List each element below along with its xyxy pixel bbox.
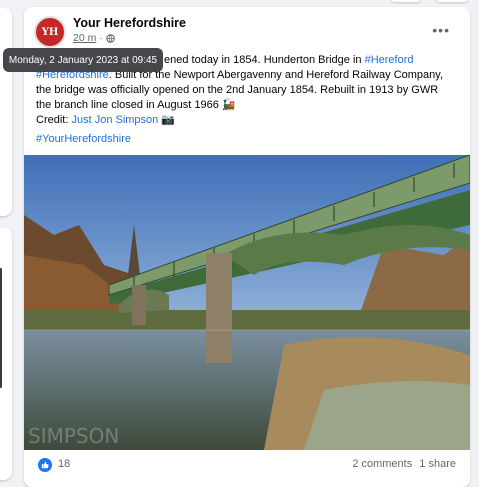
- scrollbar[interactable]: [0, 268, 2, 388]
- more-options-icon[interactable]: •••: [432, 22, 450, 38]
- separator: ·: [99, 32, 103, 44]
- timestamp-tooltip: Monday, 2 January 2023 at 09:45: [3, 48, 163, 72]
- bridge-photo: SIMPSON: [24, 155, 470, 450]
- comments-count[interactable]: 2 comments: [352, 458, 412, 470]
- post-photo[interactable]: SIMPSON: [24, 155, 470, 450]
- like-count[interactable]: 18: [58, 458, 70, 470]
- left-sidebar-card: [0, 8, 12, 216]
- page-name[interactable]: Your Herefordshire: [73, 16, 186, 30]
- timestamp[interactable]: 20 m: [73, 32, 96, 44]
- hashtag-hereford[interactable]: #Hereford: [365, 54, 414, 66]
- left-sidebar-card-2: [0, 228, 12, 480]
- avatar-text: YH: [41, 26, 59, 38]
- shares-count[interactable]: 1 share: [419, 458, 456, 470]
- camera-icon: 📷: [161, 114, 176, 126]
- top-button[interactable]: [436, 0, 468, 2]
- photo-watermark: SIMPSON: [28, 424, 119, 448]
- engagement-stats: 2 comments 1 share: [352, 458, 456, 470]
- credit-link[interactable]: Just Jon Simpson: [71, 114, 158, 126]
- post-footer: 18 2 comments 1 share: [24, 454, 470, 476]
- post-meta: 20 m ·: [73, 32, 115, 44]
- top-button[interactable]: [391, 0, 421, 2]
- credit-line: Credit: Just Jon Simpson 📷: [36, 113, 175, 126]
- globe-icon: [106, 33, 115, 43]
- credit-label: Credit:: [36, 114, 72, 126]
- like-icon[interactable]: [38, 458, 52, 472]
- post-card: YH Your Herefordshire 20 m · ••• ened to…: [24, 7, 470, 487]
- post-text-part1: ened today in 1854. Hunderton Bridge in: [164, 54, 365, 66]
- hashtag-yourherefordshire[interactable]: #YourHerefordshire: [36, 133, 131, 145]
- avatar[interactable]: YH: [34, 16, 66, 48]
